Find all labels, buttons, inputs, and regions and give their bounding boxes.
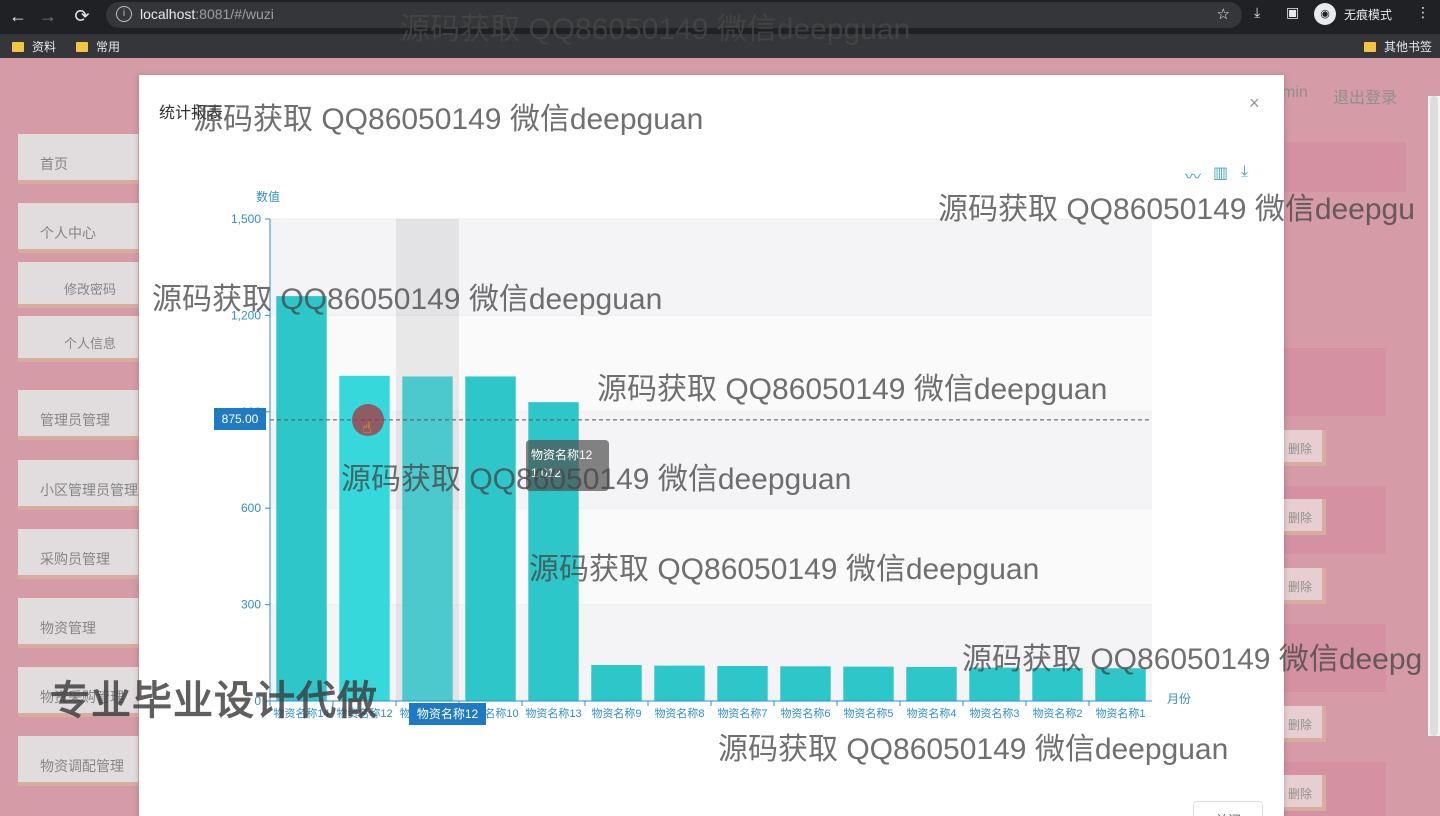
bar[interactable] — [717, 665, 768, 701]
x-tick-label: 物资名称8 — [654, 706, 704, 720]
y-axis-name: 数值 — [256, 189, 280, 204]
watermark: 源码获取 QQ86050149 微信deepguan — [529, 553, 1040, 586]
hand-cursor-icon: ☝ — [362, 420, 372, 437]
watermark: 源码获取 QQ86050149 微信deepguan — [597, 373, 1108, 406]
x-tick-label: 物资名称5 — [843, 706, 893, 720]
x-tick-label: 物资名称9 — [591, 706, 641, 720]
x-tick-label: 物资名称4 — [906, 706, 956, 720]
y-pointer-label: 875.00 — [214, 408, 266, 430]
x-tick-label: 物资名称2 — [1032, 706, 1082, 720]
x-pointer-label: 物资名称12 — [409, 703, 486, 725]
x-tick-label: 物资名称7 — [717, 706, 767, 720]
watermark: 源码获取 QQ86050149 微信deepguan — [193, 103, 704, 136]
watermark: 源码获取 QQ86050149 微信deepg — [962, 643, 1423, 676]
bar[interactable] — [906, 666, 957, 701]
bar[interactable] — [276, 296, 327, 701]
x-tick-label: 物资名称13 — [525, 706, 581, 720]
x-tick-label: 物资名称1 — [1095, 706, 1145, 720]
bar[interactable] — [780, 666, 831, 701]
y-tick-label: 1,500 — [231, 212, 261, 226]
bar[interactable] — [465, 376, 516, 701]
watermark: 源码获取 QQ86050149 微信deepguan — [400, 13, 911, 46]
bar[interactable] — [843, 666, 894, 701]
watermark: 源码获取 QQ86050149 微信deepgu — [938, 193, 1415, 226]
bar[interactable] — [402, 376, 453, 701]
x-tick-label: 物资名称6 — [780, 706, 830, 720]
watermark-bold: 专业毕业设计代做 — [50, 679, 378, 723]
bar[interactable] — [591, 665, 642, 701]
x-tick-label: 物资名称3 — [969, 706, 1019, 720]
watermark: 源码获取 QQ86050149 微信deepguan — [341, 463, 852, 496]
y-tick-label: 600 — [241, 501, 261, 515]
x-axis-name: 月份 — [1167, 692, 1191, 706]
watermark: 源码获取 QQ86050149 微信deepguan — [152, 283, 663, 316]
y-tick-label: 300 — [241, 598, 261, 612]
watermark: 源码获取 QQ86050149 微信deepguan — [718, 733, 1229, 766]
bar[interactable] — [654, 665, 705, 701]
